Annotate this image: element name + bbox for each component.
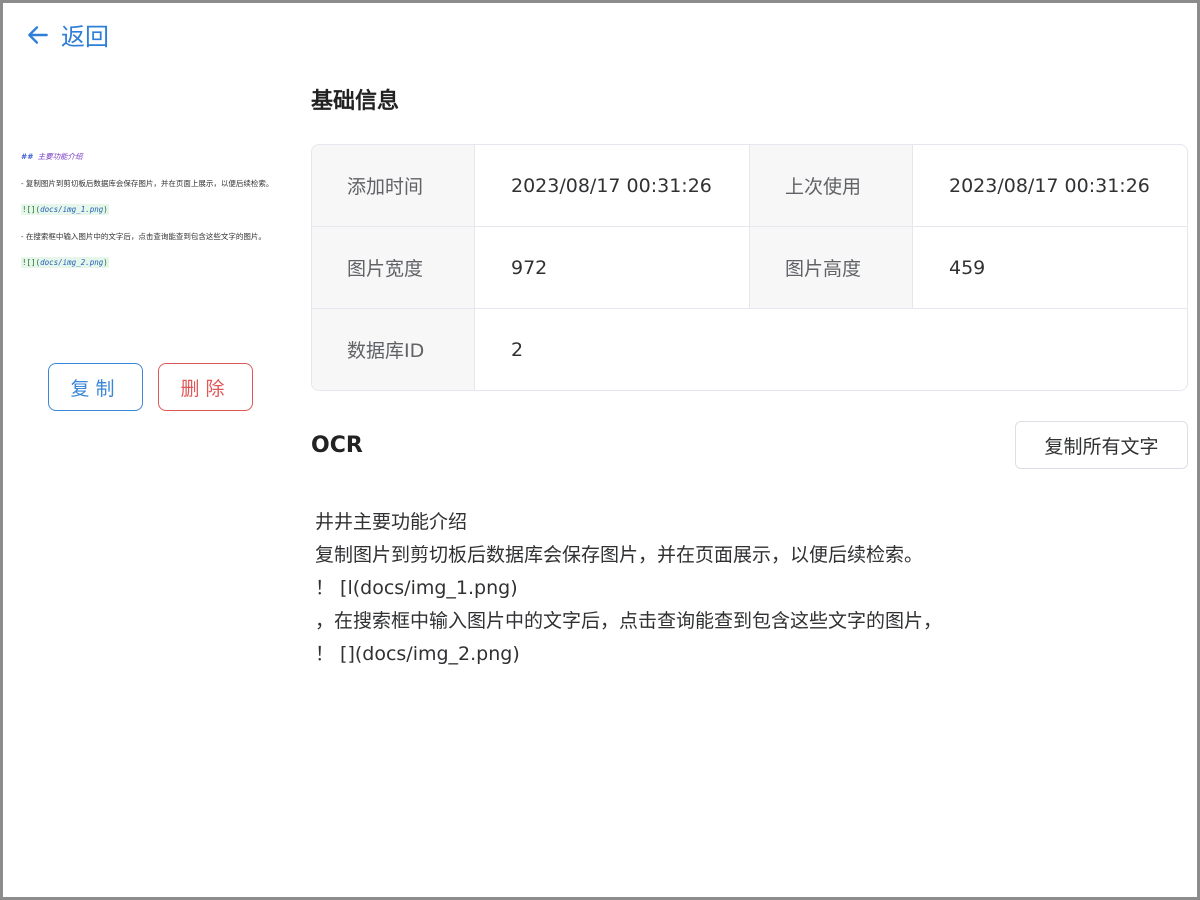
back-link[interactable]: 返回 bbox=[25, 17, 109, 52]
copy-all-text-button[interactable]: 复制所有文字 bbox=[1015, 421, 1188, 469]
info-table: 添加时间 2023/08/17 00:31:26 上次使用 2023/08/17… bbox=[311, 144, 1188, 391]
ocr-text-block: 井井主要功能介绍 复制图片到剪切板后数据库会保存图片，并在页面展示，以便后续检索… bbox=[315, 506, 1175, 671]
table-row: 图片宽度 972 图片高度 459 bbox=[312, 227, 1187, 309]
ocr-line: 井井主要功能介绍 bbox=[315, 511, 468, 533]
label-added-time: 添加时间 bbox=[312, 145, 475, 226]
preview-code: ![](docs/img_2.png) bbox=[21, 257, 109, 268]
ocr-line: ，在搜索框中输入图片中的文字后，点击查询能查到包含这些文字的图片， bbox=[315, 610, 943, 632]
table-row: 数据库ID 2 bbox=[312, 309, 1187, 390]
value-database-id: 2 bbox=[511, 338, 524, 361]
label-image-width: 图片宽度 bbox=[312, 227, 475, 308]
value-image-height: 459 bbox=[949, 256, 986, 279]
preview-code: ![](docs/img_1.png) bbox=[21, 204, 109, 215]
ocr-section-title: OCR bbox=[311, 433, 363, 458]
value-image-width: 972 bbox=[475, 227, 750, 308]
preview-line: - 在搜索框中输入图片中的文字后，点击查询能查到包含这些文字的图片。 bbox=[21, 232, 266, 241]
label-database-id: 数据库ID bbox=[312, 309, 475, 390]
back-label: 返回 bbox=[61, 23, 109, 51]
label-image-height: 图片高度 bbox=[750, 227, 913, 308]
app-window: 返回 ## 主要功能介绍 - 复制图片到剪切板后数据库会保存图片，并在页面上展示，… bbox=[0, 0, 1200, 900]
ocr-line: ！ [l(docs/img_1.png) bbox=[315, 577, 518, 599]
ocr-line: 复制图片到剪切板后数据库会保存图片，并在页面展示，以便后续检索。 bbox=[315, 544, 924, 566]
value-added-time: 2023/08/17 00:31:26 bbox=[475, 145, 750, 226]
preview-line: - 复制图片到剪切板后数据库会保存图片，并在页面上展示，以便后续检索。 bbox=[21, 179, 274, 188]
arrow-left-icon bbox=[28, 25, 48, 44]
table-row: 添加时间 2023/08/17 00:31:26 上次使用 2023/08/17… bbox=[312, 145, 1187, 227]
info-section-title: 基础信息 bbox=[311, 89, 400, 114]
image-preview: ## 主要功能介绍 - 复制图片到剪切板后数据库会保存图片，并在页面上展示，以便后… bbox=[17, 143, 287, 273]
value-last-used: 2023/08/17 00:31:26 bbox=[949, 174, 1150, 197]
preview-heading: ## 主要功能介绍 bbox=[21, 152, 83, 161]
ocr-line: ！ [](docs/img_2.png) bbox=[315, 643, 520, 665]
delete-button[interactable]: 删除 bbox=[158, 363, 253, 411]
copy-button[interactable]: 复制 bbox=[48, 363, 143, 411]
label-last-used: 上次使用 bbox=[750, 145, 913, 226]
